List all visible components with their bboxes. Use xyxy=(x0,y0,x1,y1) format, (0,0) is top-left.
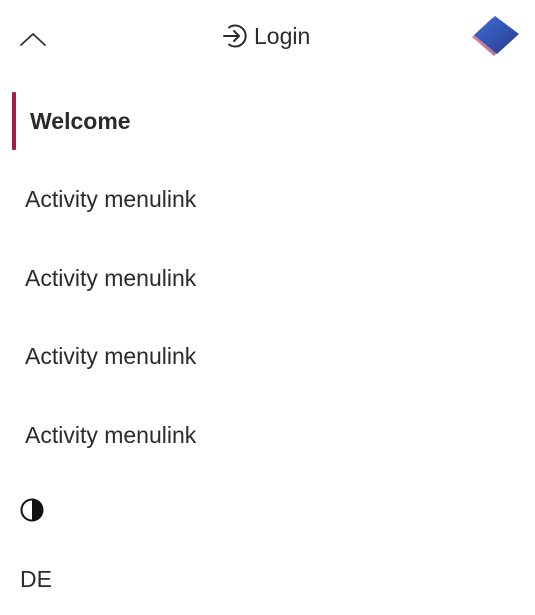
nav-item-activity-3[interactable]: Activity menulink xyxy=(0,328,535,386)
mobile-menu: Login Welcome Activity menulink Activity… xyxy=(0,0,535,615)
nav-item-activity-4[interactable]: Activity menulink xyxy=(0,406,535,464)
nav-item-welcome[interactable]: Welcome xyxy=(0,92,535,150)
nav-item-label: Activity menulink xyxy=(25,421,197,448)
main-navigation: Welcome Activity menulink Activity menul… xyxy=(0,92,535,464)
login-label: Login xyxy=(254,23,311,49)
login-button[interactable]: Login xyxy=(221,20,310,52)
nav-item-label: Activity menulink xyxy=(25,186,197,212)
nav-item-label: Activity menulink xyxy=(25,264,197,291)
collapse-menu-button[interactable] xyxy=(16,24,50,54)
theme-toggle-button[interactable] xyxy=(18,496,46,524)
nav-item-activity-1[interactable]: Activity menulink xyxy=(0,171,535,229)
menu-header: Login xyxy=(0,0,535,72)
nav-item-label: Activity menulink xyxy=(25,343,197,369)
login-arrow-icon xyxy=(221,22,249,50)
chevron-up-icon xyxy=(20,33,46,46)
nav-item-label: Welcome xyxy=(30,107,131,134)
diamond-logo-icon[interactable] xyxy=(466,12,522,60)
language-switch[interactable]: DE xyxy=(20,563,52,595)
contrast-icon xyxy=(20,498,44,522)
nav-item-activity-2[interactable]: Activity menulink xyxy=(0,249,535,307)
